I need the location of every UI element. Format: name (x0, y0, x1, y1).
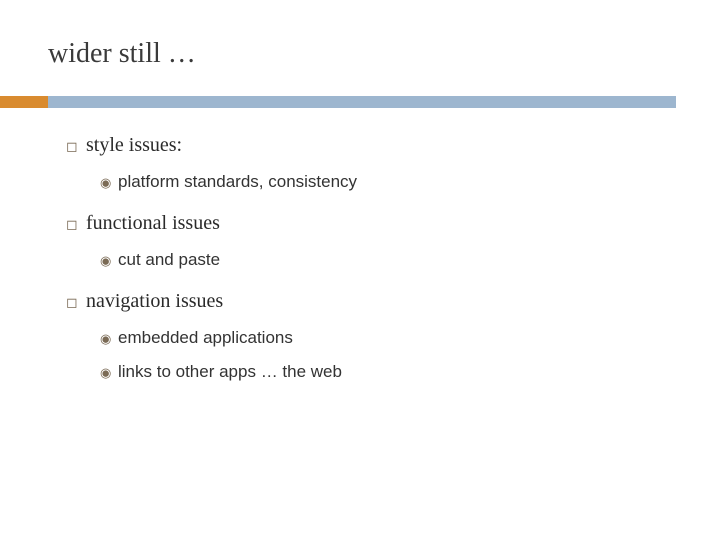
target-bullet-icon: ◉ (100, 252, 118, 270)
list-item-text: style issues: (86, 132, 182, 158)
list-subitem-text: platform standards, consistency (118, 172, 357, 192)
list-subitem-text: embedded applications (118, 328, 293, 348)
list-subitem: ◉ links to other apps … the web (100, 362, 676, 382)
list-subitem-text: links to other apps … the web (118, 362, 342, 382)
slide-body: ◻ style issues: ◉ platform standards, co… (66, 132, 676, 382)
square-bullet-icon: ◻ (66, 291, 86, 313)
target-bullet-icon: ◉ (100, 364, 118, 382)
target-bullet-icon: ◉ (100, 330, 118, 348)
square-bullet-icon: ◻ (66, 135, 86, 157)
list-item: ◻ functional issues (66, 210, 676, 236)
square-bullet-icon: ◻ (66, 213, 86, 235)
list-item-text: navigation issues (86, 288, 223, 314)
target-bullet-icon: ◉ (100, 174, 118, 192)
list-item-text: functional issues (86, 210, 220, 236)
list-subitem: ◉ embedded applications (100, 328, 676, 348)
list-subitem: ◉ cut and paste (100, 250, 676, 270)
list-subitem: ◉ platform standards, consistency (100, 172, 676, 192)
accent-orange (0, 96, 48, 108)
slide: wider still … ◻ style issues: ◉ platform… (0, 0, 720, 540)
list-item: ◻ navigation issues (66, 288, 676, 314)
list-subitem-text: cut and paste (118, 250, 220, 270)
divider-bar (0, 96, 720, 108)
slide-title: wider still … (48, 38, 196, 70)
list-item: ◻ style issues: (66, 132, 676, 158)
accent-blue (48, 96, 676, 108)
